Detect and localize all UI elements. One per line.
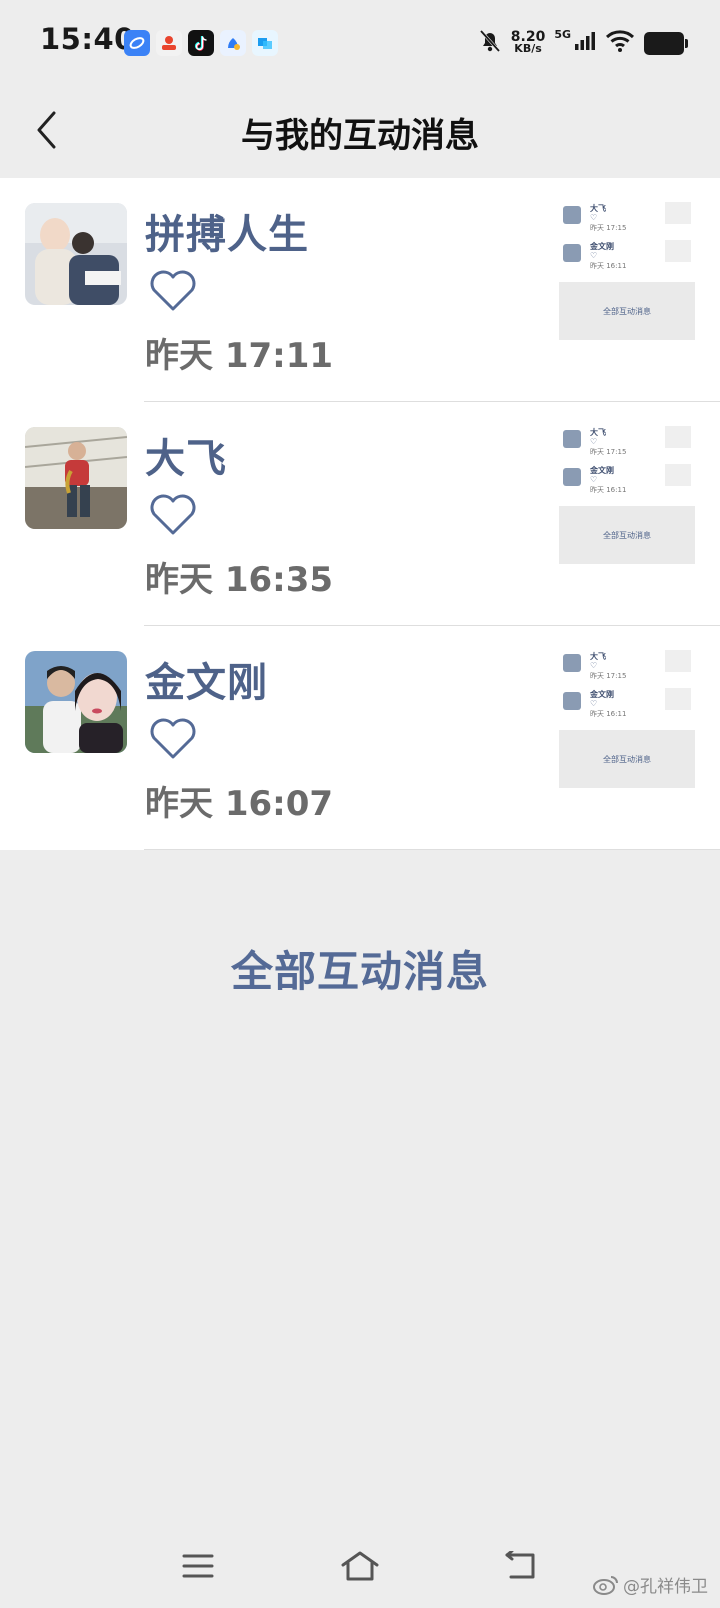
thumbnail-list-item: 大飞 ♡ 昨天 17:15 (563, 424, 695, 458)
heart-outline-icon (150, 270, 196, 311)
thumbnail-heart-icon: ♡ (590, 475, 598, 484)
page-title: 与我的互动消息 (241, 116, 479, 156)
home-icon (341, 1551, 379, 1581)
wifi-icon (605, 29, 635, 57)
douyin-app-icon (188, 30, 214, 56)
baidu-app-icon (220, 30, 246, 56)
message-time: 昨天 17:11 (145, 336, 334, 376)
thumbnail-mini-image (665, 688, 691, 710)
thumbnail-list-item: 金文刚 ♡ 昨天 16:11 (563, 462, 695, 496)
message-item[interactable]: 大飞 昨天 16:35 大飞 ♡ 昨天 17:15 金文刚 ♡ 昨天 16:11… (0, 402, 720, 626)
back-return-button[interactable] (498, 1546, 542, 1586)
all-messages-link[interactable]: 全部互动消息 (0, 938, 720, 999)
content-thumbnail[interactable]: 大飞 ♡ 昨天 17:15 金文刚 ♡ 昨天 16:11 全部互动消息 (559, 200, 695, 340)
weibo-logo-icon (593, 1575, 618, 1595)
thumbnail-time: 昨天 17:15 (590, 448, 627, 456)
thumbnail-avatar (563, 468, 581, 486)
status-time: 15:40 (40, 22, 135, 56)
thumbnail-avatar (563, 244, 581, 262)
home-button[interactable] (338, 1546, 382, 1586)
thumbnail-heart-icon: ♡ (590, 213, 598, 222)
back-return-icon (505, 1551, 535, 1579)
avatar[interactable] (25, 651, 127, 753)
menu-button[interactable] (176, 1546, 220, 1586)
notification-app-icons (124, 30, 278, 56)
menu-icon (182, 1554, 214, 1578)
battery-icon (644, 31, 688, 55)
thumbnail-list-item: 金文刚 ♡ 昨天 16:11 (563, 238, 695, 272)
message-time: 昨天 16:35 (145, 560, 334, 600)
thumbnail-avatar (563, 206, 581, 224)
network-speed-unit: KB/s (514, 42, 542, 55)
shopping-app-icon (156, 30, 182, 56)
thumbnail-mini-image (665, 240, 691, 262)
heart-outline-icon (150, 494, 196, 535)
thumbnail-footer: 全部互动消息 (559, 282, 695, 340)
message-item[interactable]: 拼搏人生 昨天 17:11 大飞 ♡ 昨天 17:15 金文刚 ♡ 昨天 16:… (0, 178, 720, 402)
header: 与我的互动消息 (0, 84, 720, 178)
browser-app-icon (124, 30, 150, 56)
thumbnail-heart-icon: ♡ (590, 251, 598, 260)
thumbnail-heart-icon: ♡ (590, 661, 598, 670)
thumbnail-mini-image (665, 426, 691, 448)
status-indicators: 8.20 KB/s 5G (478, 28, 688, 58)
thumbnail-list-item: 大飞 ♡ 昨天 17:15 (563, 648, 695, 682)
thumbnail-time: 昨天 17:15 (590, 672, 627, 680)
message-time: 昨天 16:07 (145, 784, 334, 824)
thumbnail-list-item: 大飞 ♡ 昨天 17:15 (563, 200, 695, 234)
message-item[interactable]: 金文刚 昨天 16:07 大飞 ♡ 昨天 17:15 金文刚 ♡ 昨天 16:1… (0, 626, 720, 850)
content-thumbnail[interactable]: 大飞 ♡ 昨天 17:15 金文刚 ♡ 昨天 16:11 全部互动消息 (559, 648, 695, 788)
thumbnail-heart-icon: ♡ (590, 699, 598, 708)
watermark: @孔祥伟卫 (593, 1572, 708, 1597)
thumbnail-time: 昨天 17:15 (590, 224, 627, 232)
user-name[interactable]: 拼搏人生 (145, 202, 309, 260)
message-app-icon (252, 30, 278, 56)
thumbnail-time: 昨天 16:11 (590, 262, 627, 270)
thumbnail-mini-image (665, 202, 691, 224)
content-thumbnail[interactable]: 大飞 ♡ 昨天 17:15 金文刚 ♡ 昨天 16:11 全部互动消息 (559, 424, 695, 564)
thumbnail-list-item: 金文刚 ♡ 昨天 16:11 (563, 686, 695, 720)
avatar[interactable] (25, 427, 127, 529)
divider (144, 849, 720, 850)
network-speed: 8.20 KB/s (511, 30, 546, 55)
heart-outline-icon (150, 718, 196, 759)
status-bar: 15:40 8.20 KB/s 5G (0, 0, 720, 84)
thumbnail-time: 昨天 16:11 (590, 486, 627, 494)
network-type: 5G (554, 28, 571, 41)
thumbnail-time: 昨天 16:11 (590, 710, 627, 718)
thumbnail-avatar (563, 692, 581, 710)
thumbnail-footer: 全部互动消息 (559, 730, 695, 788)
thumbnail-avatar (563, 430, 581, 448)
user-name[interactable]: 大飞 (145, 426, 227, 484)
thumbnail-footer: 全部互动消息 (559, 506, 695, 564)
avatar[interactable] (25, 203, 127, 305)
mute-bell-icon (478, 28, 502, 58)
thumbnail-heart-icon: ♡ (590, 437, 598, 446)
thumbnail-avatar (563, 654, 581, 672)
thumbnail-mini-image (665, 464, 691, 486)
user-name[interactable]: 金文刚 (145, 650, 268, 708)
thumbnail-mini-image (665, 650, 691, 672)
message-list: 拼搏人生 昨天 17:11 大飞 ♡ 昨天 17:15 金文刚 ♡ 昨天 16:… (0, 178, 720, 850)
watermark-text: @孔祥伟卫 (623, 1577, 708, 1597)
signal-icon (574, 31, 596, 55)
